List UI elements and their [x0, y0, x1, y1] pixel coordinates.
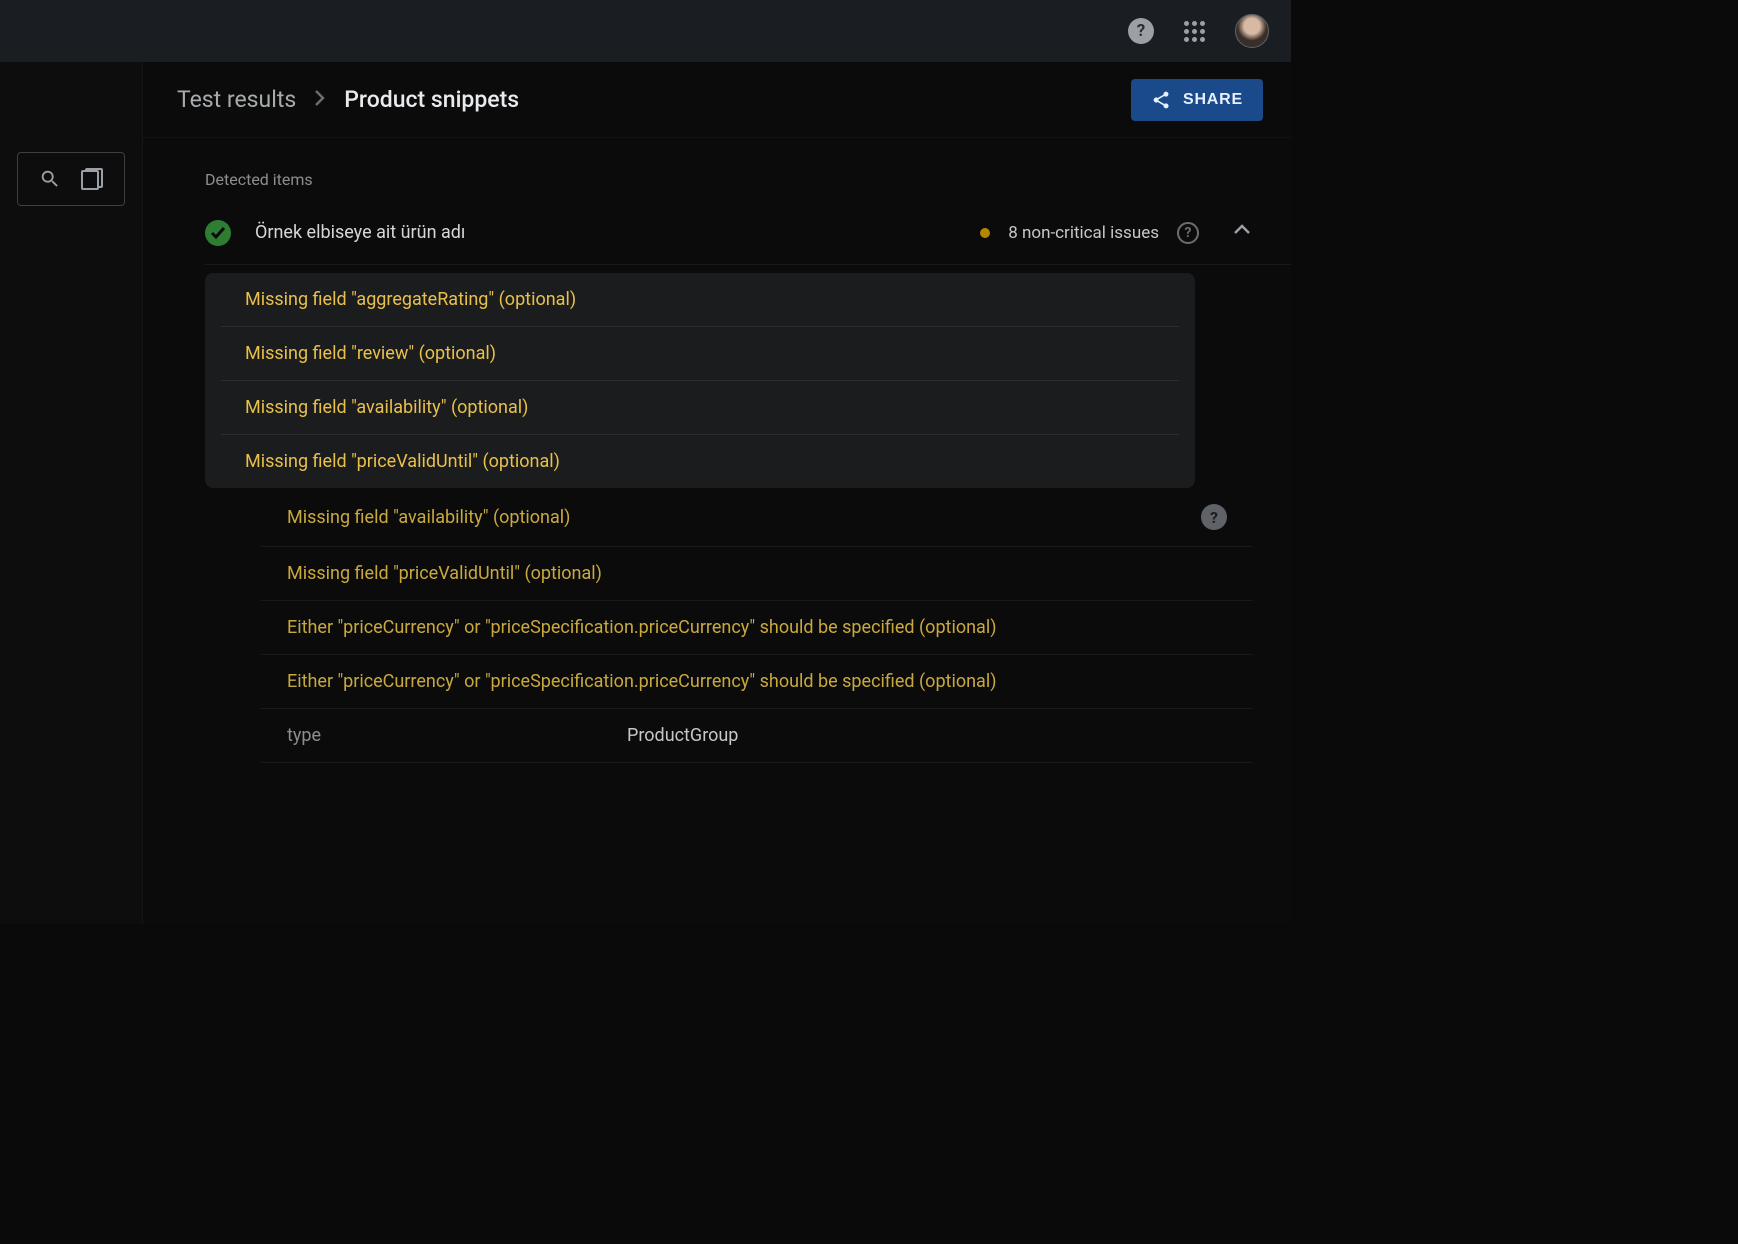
left-rail [0, 62, 143, 924]
chevron-right-icon [314, 86, 326, 113]
issue-text: Missing field "availability" (optional) [287, 507, 570, 528]
apps-grid-icon[interactable] [1184, 21, 1205, 42]
content-pane: Test results Product snippets SHARE Dete… [143, 62, 1291, 924]
issue-row[interactable]: Missing field "review" (optional) [221, 327, 1179, 381]
issue-row[interactable]: Missing field "availability" (optional) … [261, 488, 1253, 547]
detected-item-row[interactable]: Örnek elbiseye ait ürün adı 8 non-critic… [205, 209, 1291, 265]
issue-row[interactable]: Missing field "aggregateRating" (optiona… [221, 273, 1179, 327]
issues-container: Missing field "aggregateRating" (optiona… [205, 273, 1291, 763]
search-icon[interactable] [39, 168, 61, 190]
issue-text: Either "priceCurrency" or "priceSpecific… [287, 617, 996, 638]
checkmark-badge-icon [205, 220, 231, 246]
issues-summary: 8 non-critical issues ? [980, 219, 1253, 246]
issue-row[interactable]: Either "priceCurrency" or "priceSpecific… [261, 601, 1253, 655]
avatar[interactable] [1235, 14, 1269, 48]
property-row: type ProductGroup [261, 709, 1253, 763]
main-layout: Test results Product snippets SHARE Dete… [0, 62, 1291, 924]
topbar: ? [0, 0, 1291, 62]
share-icon [1151, 90, 1171, 110]
warning-dot-icon [980, 228, 990, 238]
highlighted-issues-card: Missing field "aggregateRating" (optiona… [205, 273, 1195, 488]
detected-items-label: Detected items [205, 170, 1291, 189]
issues-count-text: 8 non-critical issues [1008, 223, 1159, 243]
page-header: Test results Product snippets SHARE [143, 62, 1291, 138]
property-key: type [287, 725, 627, 746]
breadcrumb-root[interactable]: Test results [177, 86, 296, 113]
detected-item-title: Örnek elbiseye ait ürün adı [255, 222, 465, 243]
issue-row[interactable]: Missing field "priceValidUntil" (optiona… [221, 435, 1179, 488]
issue-text: Either "priceCurrency" or "priceSpecific… [287, 671, 996, 692]
detected-section: Detected items Örnek elbiseye ait ürün a… [143, 138, 1291, 763]
issue-row[interactable]: Missing field "priceValidUntil" (optiona… [261, 547, 1253, 601]
chevron-up-icon[interactable] [1231, 219, 1253, 246]
issue-text: Missing field "priceValidUntil" (optiona… [287, 563, 602, 584]
breadcrumb-current: Product snippets [344, 86, 519, 113]
help-icon[interactable]: ? [1177, 222, 1199, 244]
rail-toolbar [17, 152, 125, 206]
property-value: ProductGroup [627, 725, 738, 746]
breadcrumb: Test results Product snippets [177, 86, 519, 113]
issue-row[interactable]: Missing field "availability" (optional) [221, 381, 1179, 435]
issues-list: Missing field "availability" (optional) … [205, 488, 1291, 763]
help-icon[interactable]: ? [1201, 504, 1227, 530]
share-label: SHARE [1183, 91, 1243, 109]
issue-row[interactable]: Either "priceCurrency" or "priceSpecific… [261, 655, 1253, 709]
share-button[interactable]: SHARE [1131, 79, 1263, 121]
help-icon[interactable]: ? [1128, 18, 1154, 44]
copy-icon[interactable] [81, 168, 103, 190]
